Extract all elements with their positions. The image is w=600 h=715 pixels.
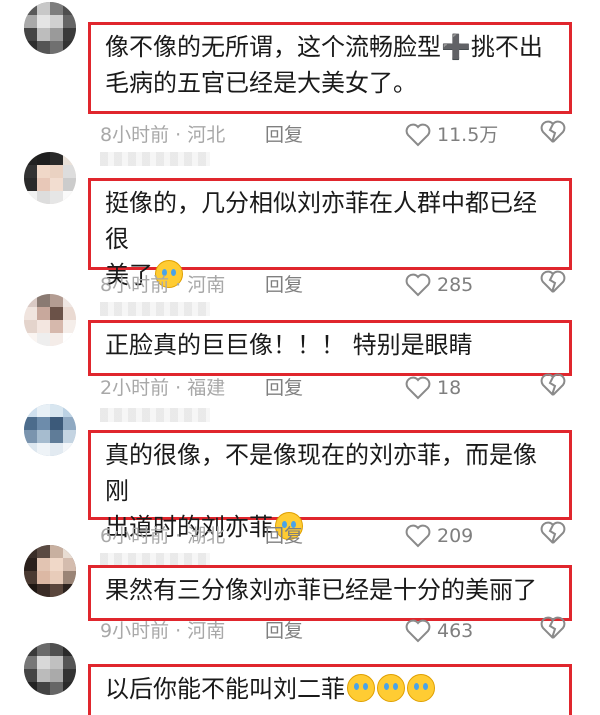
comment-time-location: 6小时前 · 湖北 (100, 525, 226, 547)
comment-time-location: 8小时前 · 河南 (100, 274, 226, 296)
highlighted-comment-text: 果然有三分像刘亦菲已经是十分的美丽了 (88, 565, 572, 621)
reply-button[interactable]: 回复 (265, 373, 303, 403)
highlighted-comment-text: 真的很像，不是像现在的刘亦菲，而是像刚 出道时的刘亦菲 (88, 430, 572, 541)
like-button[interactable]: 18 (405, 373, 461, 403)
heart-icon (405, 123, 431, 147)
avatar[interactable] (24, 643, 76, 695)
highlighted-comment-text: 像不像的无所谓，这个流畅脸型➕挑不出 毛病的五官已经是大美女了。 (88, 22, 572, 114)
avatar[interactable] (24, 152, 76, 204)
comment-time-location: 9小时前 · 河南 (100, 620, 226, 642)
like-button[interactable]: 11.5万 (405, 120, 498, 150)
like-count: 209 (437, 525, 474, 547)
like-count: 285 (437, 274, 474, 296)
comment-meta: 2小时前 · 福建 回复 18 (100, 373, 576, 403)
username[interactable] (100, 302, 210, 316)
broken-heart-icon (540, 270, 566, 293)
username[interactable] (100, 152, 210, 166)
avatar[interactable] (24, 404, 76, 456)
highlighted-comment-text: 以后你能不能叫刘二菲 (88, 664, 572, 715)
comment-meta: 6小时前 · 湖北 回复 209 (100, 521, 576, 551)
avatar[interactable] (24, 294, 76, 346)
reply-button[interactable]: 回复 (265, 521, 303, 551)
heart-icon (405, 273, 431, 297)
highlighted-comment-text: 正脸真的巨巨像！！！ 特别是眼睛 (88, 320, 572, 376)
username[interactable] (100, 408, 210, 422)
crying-face-icon (377, 674, 405, 702)
crying-face-icon (407, 674, 435, 702)
heart-icon (405, 524, 431, 548)
comment-meta: 8小时前 · 河北 回复 11.5万 (100, 120, 576, 150)
like-button[interactable]: 209 (405, 521, 473, 551)
crying-face-icon (347, 674, 375, 702)
comment-meta: 9小时前 · 河南 回复 463 (100, 616, 576, 646)
plus-icon: ➕ (441, 33, 471, 61)
dislike-button[interactable] (540, 616, 566, 649)
like-count: 463 (437, 620, 474, 642)
like-button[interactable]: 285 (405, 270, 473, 300)
like-button[interactable]: 463 (405, 616, 473, 646)
reply-button[interactable]: 回复 (265, 120, 303, 150)
reply-button[interactable]: 回复 (265, 616, 303, 646)
dislike-button[interactable] (540, 120, 566, 153)
highlighted-comment-text: 挺像的，几分相似刘亦菲在人群中都已经很 美了 (88, 178, 572, 289)
comment-time-location: 2小时前 · 福建 (100, 377, 226, 399)
avatar[interactable] (24, 545, 76, 597)
broken-heart-icon (540, 521, 566, 544)
like-count: 18 (437, 377, 462, 399)
comment-time-location: 8小时前 · 河北 (100, 124, 226, 146)
broken-heart-icon (540, 373, 566, 396)
broken-heart-icon (540, 120, 566, 143)
heart-icon (405, 376, 431, 400)
avatar[interactable] (24, 2, 76, 54)
dislike-button[interactable] (540, 373, 566, 406)
reply-button[interactable]: 回复 (265, 270, 303, 300)
dislike-button[interactable] (540, 270, 566, 303)
dislike-button[interactable] (540, 521, 566, 554)
heart-icon (405, 619, 431, 643)
broken-heart-icon (540, 616, 566, 639)
comment-meta: 8小时前 · 河南 回复 285 (100, 270, 576, 300)
like-count: 11.5万 (437, 124, 499, 146)
